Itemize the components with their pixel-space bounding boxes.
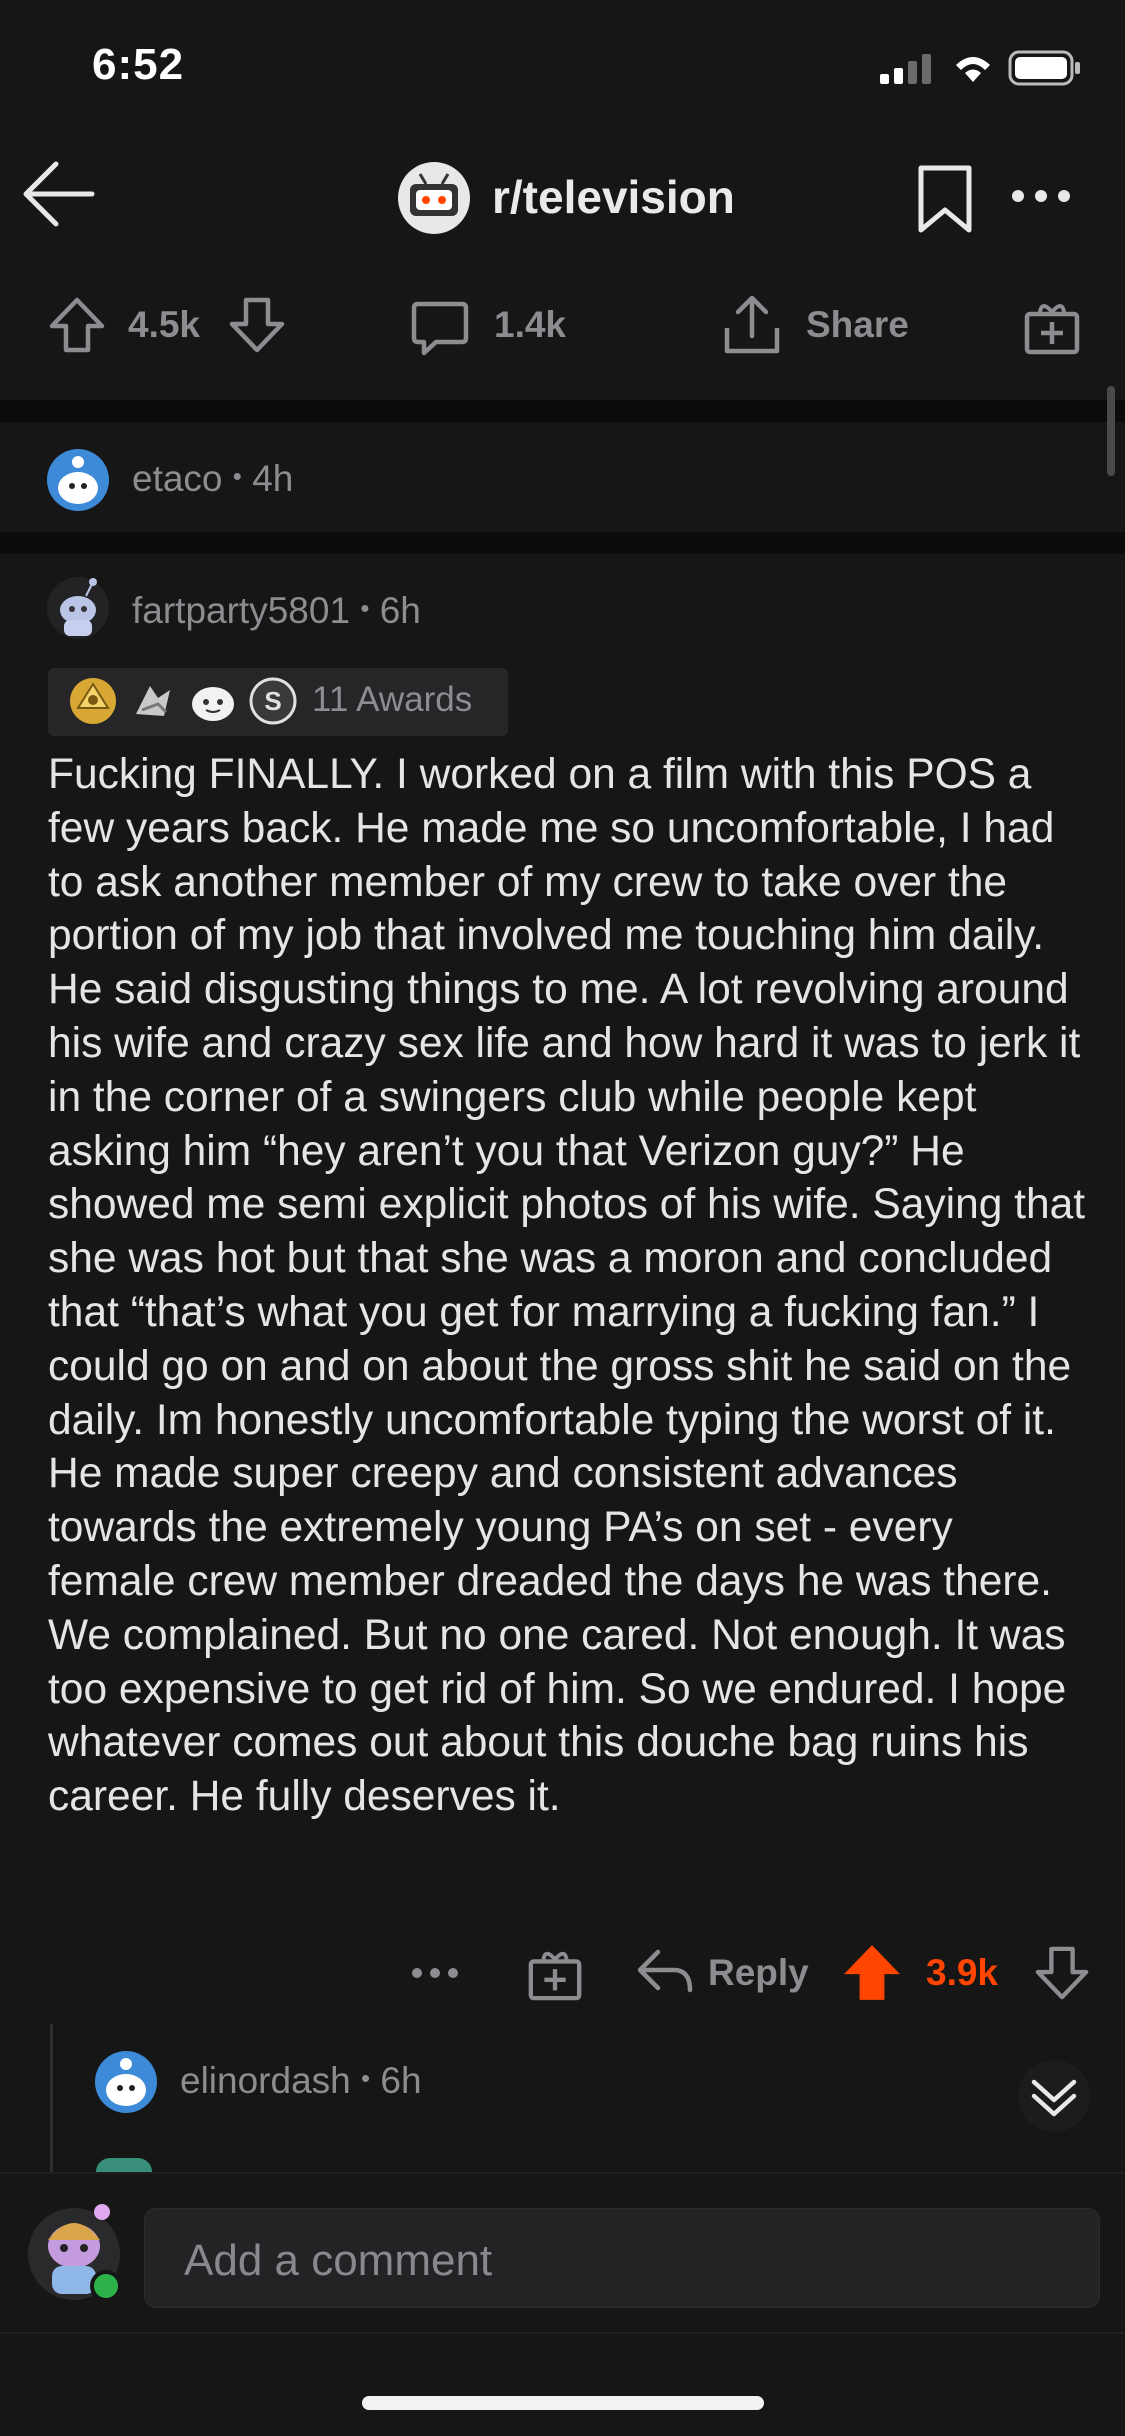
comment-body: Fucking FINALLY. I worked on a film with…: [48, 751, 1086, 1821]
wifi-icon: [950, 50, 996, 84]
share-label[interactable]: Share: [806, 304, 909, 346]
comment-age: 4h: [252, 458, 294, 499]
cellular-signal-icon: [880, 54, 936, 84]
comment-score: 3.9k: [926, 1952, 999, 1993]
back-arrow-icon[interactable]: [22, 160, 96, 228]
comment-username[interactable]: fartparty5801: [132, 590, 350, 631]
avatar[interactable]: [46, 574, 110, 640]
home-indicator[interactable]: [362, 2396, 764, 2410]
reply-meta: elinordash • 6h: [180, 2060, 422, 2102]
comment-age: 6h: [379, 590, 421, 631]
section-divider: [0, 400, 1125, 422]
award-icon: S: [248, 676, 298, 726]
bookmark-icon[interactable]: [916, 164, 974, 234]
avatar[interactable]: [46, 448, 110, 512]
snoo-subreddit-icon[interactable]: [396, 160, 472, 236]
share-icon[interactable]: [722, 294, 782, 356]
award-icon: [68, 676, 118, 726]
collapsed-comment-meta: etaco • 4h: [132, 458, 293, 500]
upvote-icon[interactable]: [842, 1942, 902, 2002]
subreddit-title[interactable]: r/television: [492, 170, 735, 224]
post-comment-count[interactable]: 1.4k: [494, 304, 566, 346]
award-icon: [188, 676, 238, 726]
reply-button[interactable]: Reply: [708, 1952, 809, 1994]
avatar[interactable]: [94, 2050, 158, 2114]
gift-icon[interactable]: [526, 1944, 584, 2002]
comment-bubble-icon[interactable]: [410, 298, 470, 358]
svg-text:S: S: [264, 686, 281, 716]
scrollbar[interactable]: [1107, 386, 1115, 476]
reply-arrow-icon[interactable]: [636, 1946, 694, 1996]
comment-username[interactable]: elinordash: [180, 2060, 351, 2101]
downvote-icon[interactable]: [1034, 1944, 1090, 2002]
thread-line[interactable]: [50, 2024, 53, 2172]
section-divider: [0, 532, 1125, 554]
avatar[interactable]: [22, 2196, 126, 2304]
collapse-chevron-icon[interactable]: [1018, 2060, 1090, 2132]
downvote-icon[interactable]: [228, 296, 286, 354]
meta-separator: •: [232, 461, 242, 491]
meta-separator: •: [361, 2063, 371, 2093]
meta-separator: •: [360, 593, 370, 623]
more-icon[interactable]: [1010, 188, 1072, 204]
avatar: [96, 2158, 152, 2172]
awards-count[interactable]: 11 Awards: [312, 680, 472, 720]
gift-icon[interactable]: [1022, 296, 1082, 356]
comment-username[interactable]: etaco: [132, 458, 223, 499]
more-icon[interactable]: [410, 1966, 460, 1980]
upvote-icon[interactable]: [48, 296, 106, 354]
battery-icon: [1008, 50, 1082, 86]
post-upvote-count: 4.5k: [128, 304, 201, 345]
comment-age: 6h: [380, 2060, 422, 2101]
award-icon: [128, 676, 178, 726]
comment-input-placeholder: Add a comment: [184, 2236, 493, 2285]
status-time: 6:52: [92, 40, 185, 89]
comment-meta: fartparty5801 • 6h: [132, 590, 421, 632]
home-area: [0, 2332, 1125, 2436]
